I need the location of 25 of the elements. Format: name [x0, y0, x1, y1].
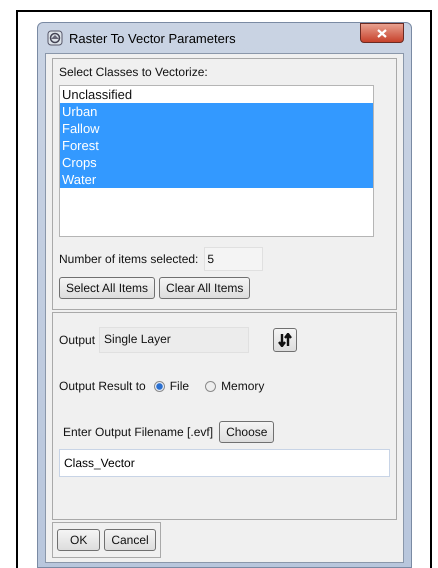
radio-option[interactable]: File — [154, 379, 190, 393]
count-field: 5 — [204, 247, 264, 271]
filename-field[interactable]: Class_Vector — [59, 449, 390, 477]
dialog-button[interactable]: Cancel — [104, 529, 156, 551]
close-icon — [377, 28, 387, 38]
radio-option[interactable]: Memory — [205, 379, 264, 393]
radio-button[interactable] — [205, 380, 216, 392]
radio-button[interactable] — [154, 380, 165, 392]
output-field: Single Layer — [99, 327, 250, 353]
result-label: Output Result to — [59, 379, 146, 393]
app-icon — [47, 30, 63, 46]
filename-label: Enter Output Filename [.evf] — [63, 425, 214, 439]
count-label: Number of items selected: — [59, 252, 198, 266]
output-label: Output — [59, 333, 96, 347]
list-button[interactable]: Clear All Items — [159, 277, 250, 299]
dialog-button[interactable]: OK — [57, 529, 100, 551]
swap-arrows-icon — [278, 333, 292, 347]
window-title: Raster To Vector Parameters — [69, 30, 236, 46]
list-button[interactable]: Select All Items — [59, 277, 156, 299]
class-list[interactable]: Unclassified Urban Fallow Forest Crops Water — [59, 85, 374, 237]
list-item[interactable]: Unclassified — [60, 86, 373, 103]
choose-button[interactable]: Choose — [219, 421, 274, 443]
toggle-button[interactable] — [273, 328, 298, 352]
list-label: Select Classes to Vectorize: — [59, 65, 209, 79]
close-button[interactable] — [360, 23, 404, 43]
